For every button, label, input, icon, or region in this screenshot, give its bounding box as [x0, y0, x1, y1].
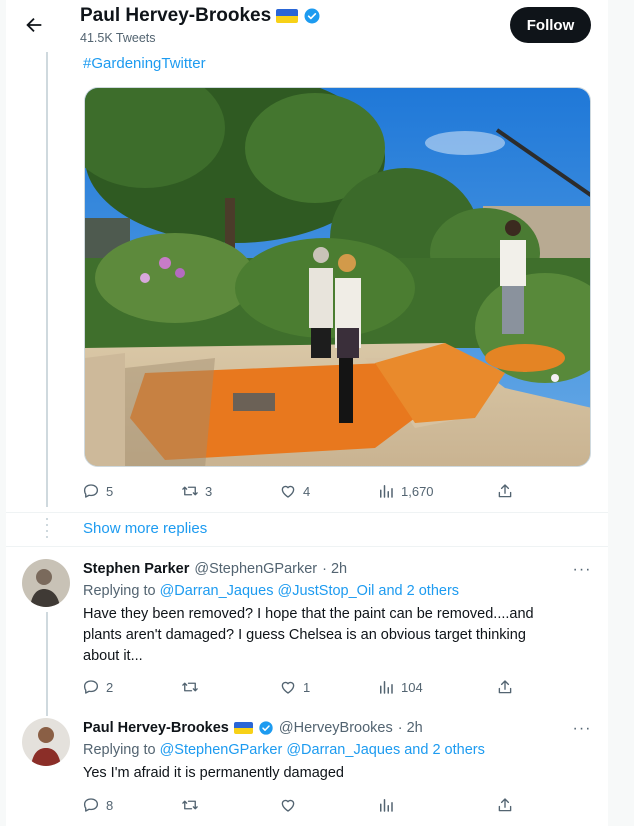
reply-count: 5	[106, 483, 114, 499]
retweet-button[interactable]	[181, 676, 205, 698]
profile-name: Paul Hervey-Brookes	[80, 5, 272, 26]
reply-author-name[interactable]: Stephen Parker	[83, 561, 189, 577]
retweet-count: 3	[205, 483, 213, 499]
share-icon	[498, 798, 512, 812]
profile-header: Paul Hervey-Brookes 41.5K Tweets Follow	[6, 0, 608, 52]
reply-author-row: Paul Hervey-Brookes @HerveyBrookes · 2h	[83, 720, 423, 736]
heart-icon	[281, 799, 295, 812]
share-icon	[498, 484, 512, 498]
views-button[interactable]	[377, 794, 401, 816]
ukraine-flag-icon	[233, 722, 253, 734]
ellipsis-icon: ···	[572, 561, 592, 578]
show-more-replies-link[interactable]: Show more replies	[83, 520, 207, 537]
reply-button[interactable]: 8	[82, 794, 113, 816]
divider	[6, 512, 608, 513]
verified-badge-icon	[259, 721, 273, 735]
views-count: 104	[401, 679, 423, 695]
share-button[interactable]	[496, 676, 514, 698]
views-button[interactable]: 1,670	[377, 480, 434, 502]
replying-to: Replying to @Darran_Jaques @JustStop_Oil…	[83, 583, 459, 599]
avatar-stephen-parker[interactable]	[22, 559, 70, 607]
replying-to-mentions[interactable]: @StephenGParker @Darran_Jaques and 2 oth…	[160, 742, 485, 758]
tweet-thread-frame: Paul Hervey-Brookes 41.5K Tweets Follow …	[6, 0, 608, 826]
analytics-icon	[380, 799, 393, 812]
replying-prefix: Replying to	[83, 742, 156, 758]
share-button[interactable]	[496, 794, 514, 816]
share-button[interactable]	[496, 480, 514, 502]
replying-to: Replying to @StephenGParker @Darran_Jaqu…	[83, 742, 485, 758]
ellipsis-icon: ···	[572, 720, 592, 737]
tweet-photo[interactable]	[84, 87, 591, 467]
heart-icon	[281, 681, 295, 694]
reply-count: 8	[106, 797, 114, 813]
follow-button[interactable]: Follow	[510, 7, 591, 43]
arrow-left-icon	[26, 17, 42, 33]
reply-text-line: plants aren't damaged? I guess Chelsea i…	[83, 627, 526, 643]
reply-text-line: Have they been removed? I hope that the …	[83, 606, 534, 622]
reply-actions: 2 1 104	[82, 676, 512, 698]
like-button[interactable]: 1	[279, 676, 310, 698]
back-button[interactable]	[20, 11, 48, 39]
share-icon	[498, 680, 512, 694]
like-count: 4	[303, 483, 311, 499]
reply-time[interactable]: · 2h	[398, 720, 423, 736]
retweet-icon	[182, 682, 198, 692]
views-count: 1,670	[401, 483, 434, 499]
reply-actions: 8	[82, 794, 512, 816]
retweet-button[interactable]: 3	[181, 480, 212, 502]
replying-prefix: Replying to	[83, 583, 156, 599]
reply-author-row: Stephen Parker @StephenGParker · 2h	[83, 561, 347, 577]
like-button[interactable]	[279, 794, 303, 816]
reply-time[interactable]: · 2h	[322, 561, 347, 577]
hashtag-link[interactable]: #GardeningTwitter	[83, 55, 206, 72]
reply-text-line: about it...	[83, 648, 143, 664]
reply-icon	[83, 484, 99, 498]
reply-button[interactable]: 5	[82, 480, 113, 502]
analytics-icon	[380, 485, 393, 498]
tweets-count: 41.5K Tweets	[80, 31, 156, 45]
avatar-paul-hervey-brookes[interactable]	[22, 718, 70, 766]
reply-text: Yes I'm afraid it is permanently damaged	[83, 765, 344, 781]
like-count: 1	[303, 679, 311, 695]
main-tweet-actions: 5 3 4 1,670	[82, 480, 512, 502]
heart-icon	[281, 485, 295, 498]
more-options-button[interactable]: ···	[571, 559, 593, 581]
thread-connector-line	[46, 52, 48, 507]
retweet-icon	[182, 800, 198, 810]
reply-icon	[83, 680, 99, 694]
reply-button[interactable]: 2	[82, 676, 113, 698]
thread-connector-line	[46, 612, 48, 716]
reply-icon	[83, 798, 99, 812]
reply-author-name[interactable]: Paul Hervey-Brookes	[83, 720, 229, 736]
verified-badge-icon	[304, 8, 320, 24]
collapsed-thread-dots	[46, 518, 48, 542]
reply-text: Have they been removed? I hope that the …	[83, 604, 593, 667]
reply-count: 2	[106, 679, 114, 695]
more-options-button[interactable]: ···	[571, 718, 593, 740]
replying-to-mentions[interactable]: @Darran_Jaques @JustStop_Oil and 2 other…	[160, 583, 459, 599]
divider	[6, 546, 608, 547]
ukraine-flag-icon	[276, 9, 299, 23]
reply-author-handle[interactable]: @StephenGParker	[194, 561, 317, 577]
analytics-icon	[380, 681, 393, 694]
retweet-icon	[182, 486, 198, 496]
retweet-button[interactable]	[181, 794, 205, 816]
profile-name-row: Paul Hervey-Brookes	[80, 5, 321, 27]
reply-author-handle[interactable]: @HerveyBrookes	[279, 720, 393, 736]
like-button[interactable]: 4	[279, 480, 310, 502]
views-button[interactable]: 104	[377, 676, 423, 698]
